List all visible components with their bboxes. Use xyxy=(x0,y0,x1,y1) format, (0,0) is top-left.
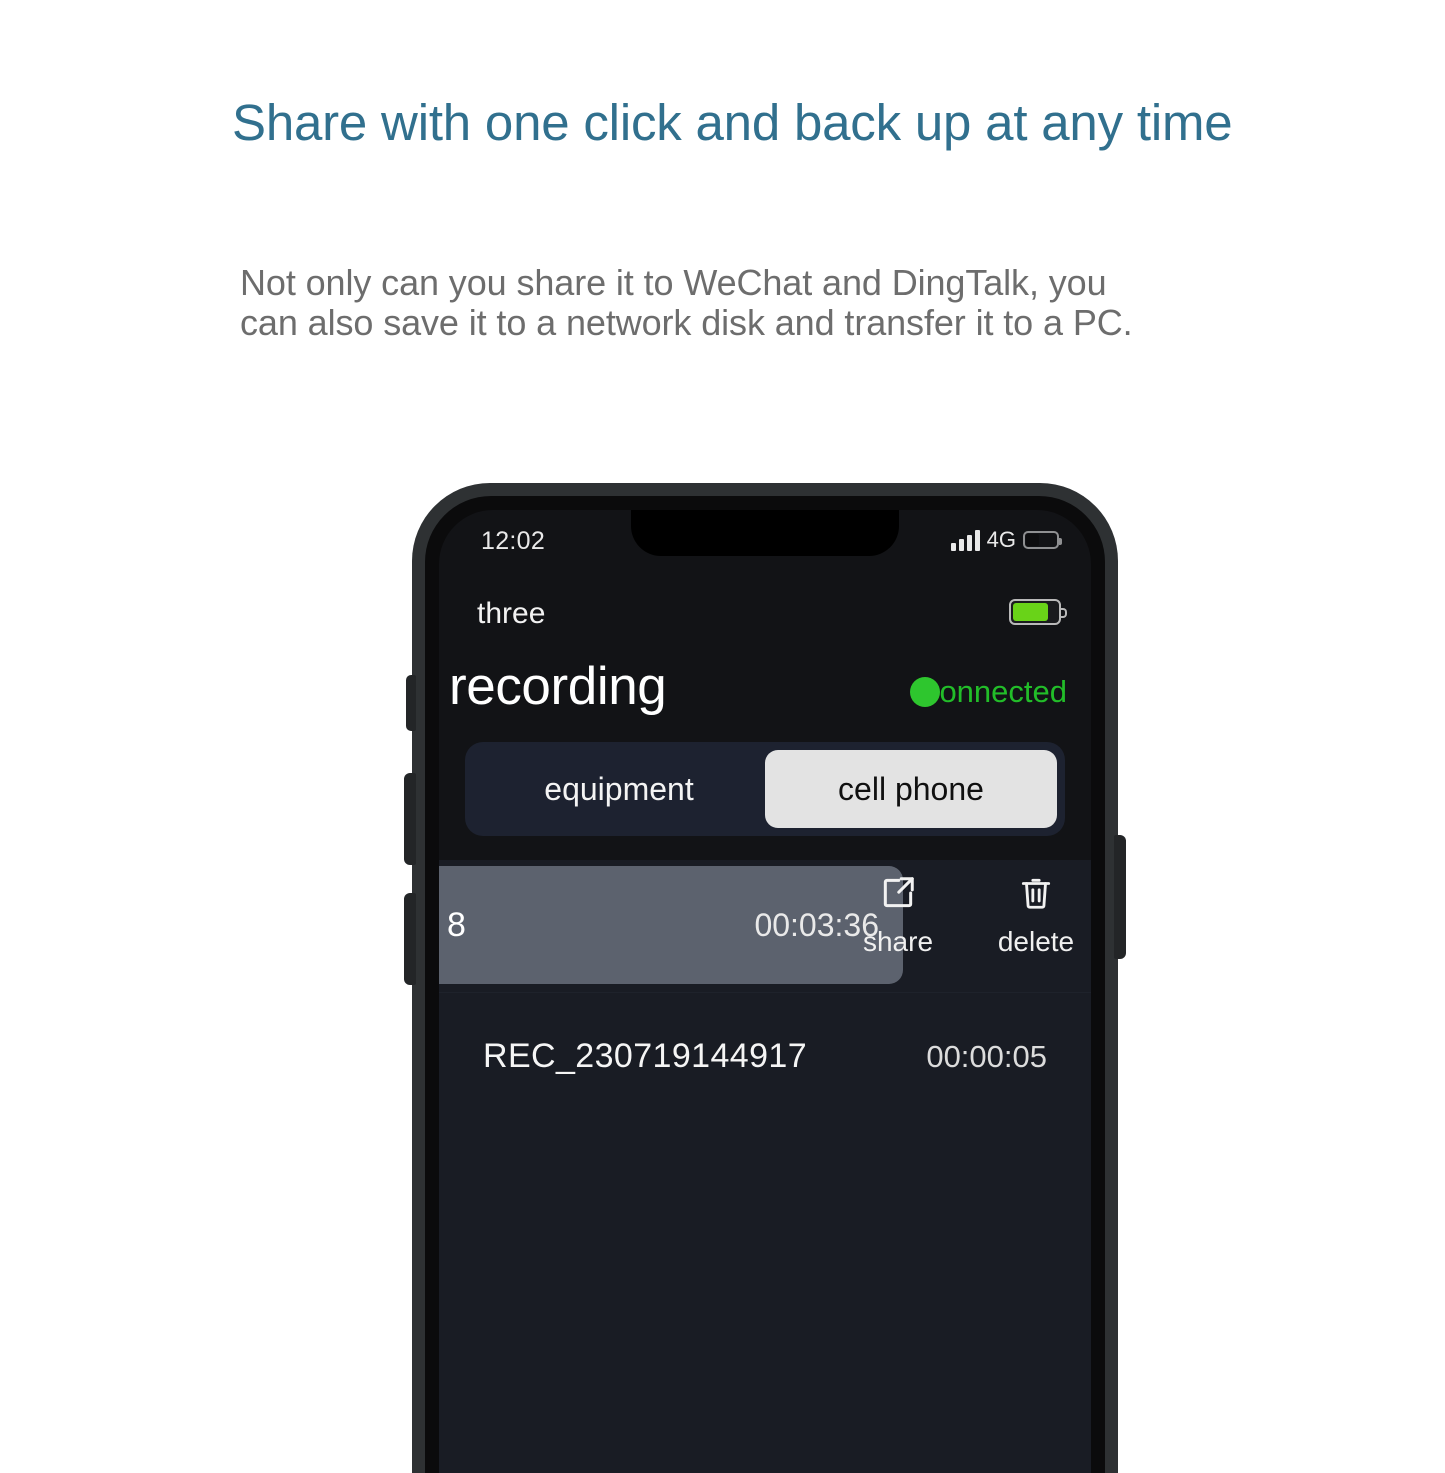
account-name-label: three xyxy=(477,597,546,630)
subcopy-line-2: can also save it to a network disk and t… xyxy=(240,302,1133,344)
network-type-label: 4G xyxy=(986,527,1016,552)
recording-name: REC_230719144917 xyxy=(483,1037,808,1075)
status-bar: 12:02 4G xyxy=(439,510,1091,582)
delete-button[interactable]: delete xyxy=(989,870,1083,958)
phone-device: 12:02 4G three recording connected equip… xyxy=(404,483,1126,1473)
volume-up-button[interactable] xyxy=(404,773,416,865)
subcopy-line-1: Not only can you share it to WeChat and … xyxy=(240,262,1107,303)
battery-icon xyxy=(1023,531,1062,549)
connection-status-badge: connected xyxy=(909,674,1067,710)
mute-switch-button[interactable] xyxy=(406,675,416,731)
connection-status-label: connected xyxy=(923,674,1067,709)
page-headline: Share with one click and back up at any … xyxy=(232,94,1233,151)
segment-cell-phone[interactable]: cell phone xyxy=(765,750,1057,828)
recording-row-swiped[interactable]: 8 00:03:36 xyxy=(439,866,903,984)
swipe-actions: share delete xyxy=(851,870,1083,958)
app-top-bar: three xyxy=(439,582,1091,644)
table-row[interactable]: 8 00:03:36 share delete xyxy=(439,860,1091,992)
recording-name: 8 xyxy=(447,905,466,944)
share-icon xyxy=(879,870,917,916)
delete-button-label: delete xyxy=(997,926,1075,957)
page-subcopy: Not only can you share it to WeChat and … xyxy=(240,262,1270,344)
status-dot-icon xyxy=(909,677,940,707)
cellular-signal-icon xyxy=(950,529,980,551)
status-bar-indicators: 4G xyxy=(950,527,1062,553)
recording-duration: 00:00:05 xyxy=(926,1038,1047,1074)
page-title-row: recording connected xyxy=(439,650,1091,730)
status-bar-time: 12:02 xyxy=(481,527,546,555)
source-segmented-control[interactable]: equipment cell phone xyxy=(465,742,1065,836)
share-button[interactable]: share xyxy=(851,870,945,958)
phone-screen: 12:02 4G three recording connected equip… xyxy=(439,510,1091,1473)
power-button[interactable] xyxy=(1114,835,1126,959)
device-battery-icon xyxy=(1009,599,1067,625)
page-title: recording xyxy=(449,657,667,716)
volume-down-button[interactable] xyxy=(404,893,416,985)
share-button-label: share xyxy=(862,926,934,957)
trash-icon xyxy=(1017,870,1055,916)
table-row[interactable]: REC_230719144917 00:00:05 xyxy=(439,992,1091,1120)
recordings-list: 8 00:03:36 share delete REC_230719144917… xyxy=(439,860,1091,1473)
display-notch xyxy=(631,510,899,556)
segment-equipment[interactable]: equipment xyxy=(473,750,765,828)
